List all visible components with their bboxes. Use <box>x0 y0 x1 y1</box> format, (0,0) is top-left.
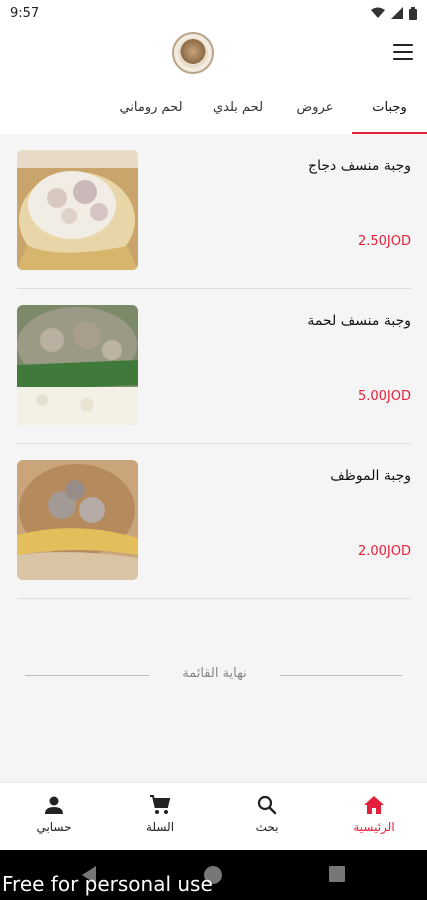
system-nav-bar: Free for personal use <box>0 850 427 900</box>
restaurant-logo[interactable] <box>172 32 214 74</box>
nav-cart-label: السلة <box>145 820 175 834</box>
home-icon <box>364 796 384 814</box>
status-bar: 9:57 <box>0 0 427 26</box>
wifi-icon <box>371 7 385 18</box>
tab-offers[interactable]: عروض <box>283 84 347 134</box>
meal-item[interactable]: وجبة الموظف 2.00JOD <box>17 444 411 599</box>
nav-account[interactable]: حسابي <box>14 793 94 834</box>
person-icon <box>45 796 63 814</box>
meal-price: 5.00JOD <box>357 389 411 404</box>
status-time: 9:57 <box>10 5 40 21</box>
divider-line <box>280 675 402 676</box>
cart-icon <box>150 795 171 814</box>
search-icon <box>257 795 277 815</box>
app-header <box>0 26 427 84</box>
status-icons <box>371 6 417 20</box>
meal-name: وجبة منسف دجاج <box>308 158 411 174</box>
meal-item[interactable]: وجبة منسف دجاج 2.50JOD <box>17 134 411 289</box>
meal-name: وجبة منسف لحمة <box>307 313 411 329</box>
battery-icon <box>409 6 417 20</box>
nav-search[interactable]: بحث <box>227 793 307 834</box>
menu-icon[interactable] <box>393 44 413 60</box>
watermark-text: Free for personal use <box>2 872 213 896</box>
nav-search-label: بحث <box>255 820 279 834</box>
tab-romanian-meat[interactable]: لحم روماني <box>108 84 194 134</box>
meal-price: 2.50JOD <box>357 234 411 249</box>
meal-name: وجبة الموظف <box>330 468 411 484</box>
list-end-text: نهاية القائمة <box>182 666 247 681</box>
signal-icon <box>391 7 403 19</box>
divider-line <box>25 675 149 676</box>
meal-image <box>17 150 138 270</box>
meal-price: 2.00JOD <box>357 544 411 559</box>
nav-home[interactable]: الرئيسية <box>334 793 414 834</box>
nav-home-label: الرئيسية <box>353 820 395 834</box>
meal-image <box>17 305 138 425</box>
recents-icon[interactable] <box>328 865 346 883</box>
meal-item[interactable]: وجبة منسف لحمة 5.00JOD <box>17 289 411 444</box>
nav-account-label: حسابي <box>36 820 72 834</box>
meal-image <box>17 460 138 580</box>
list-end-divider: نهاية القائمة <box>0 664 427 688</box>
tab-local-meat[interactable]: لحم بلدي <box>198 84 278 134</box>
tab-meals[interactable]: وجبات <box>352 84 427 134</box>
nav-cart[interactable]: السلة <box>120 793 200 834</box>
category-tabs: وجبات عروض لحم بلدي لحم روماني <box>0 84 427 134</box>
bottom-nav: الرئيسية بحث السلة حسابي <box>0 782 427 850</box>
meal-list: وجبة منسف دجاج 2.50JOD وجبة منسف لحمة 5.… <box>0 134 427 782</box>
